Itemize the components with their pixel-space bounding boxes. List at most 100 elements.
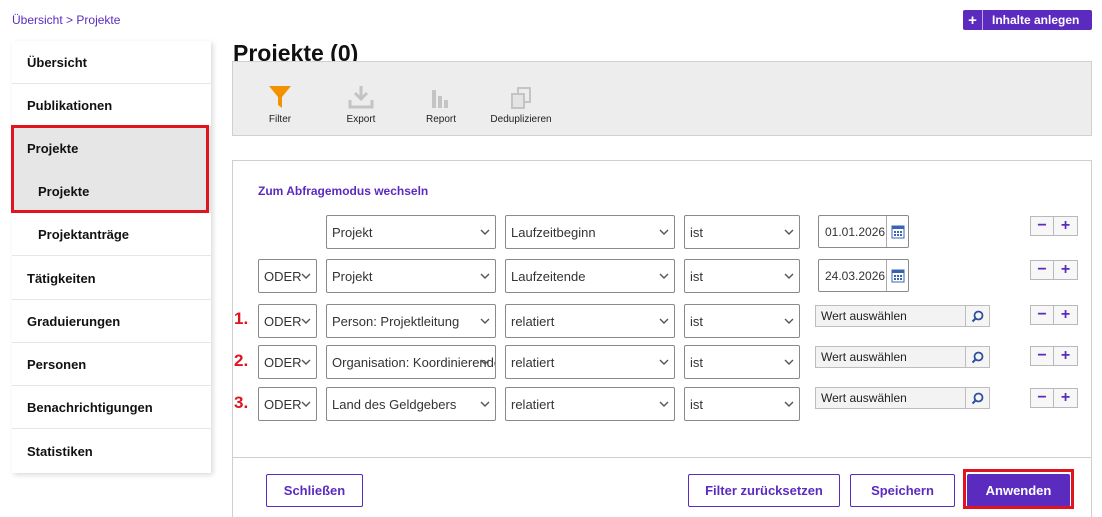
sidebar-item-label: Projektanträge bbox=[38, 226, 130, 242]
row-controls: − + bbox=[1030, 388, 1078, 408]
toolbar: Filter Export Report Deduplizieren bbox=[232, 61, 1092, 136]
query-mode-link[interactable]: Zum Abfragemodus wechseln bbox=[258, 184, 428, 198]
row-controls: − + bbox=[1030, 260, 1078, 280]
save-button[interactable]: Speichern bbox=[850, 474, 955, 507]
breadcrumb-root[interactable]: Übersicht bbox=[12, 13, 63, 27]
attribute-select[interactable]: relatiert bbox=[505, 345, 675, 379]
attribute-value: Laufzeitende bbox=[511, 268, 586, 284]
row-controls: − + bbox=[1030, 216, 1078, 236]
chevron-down-icon bbox=[659, 401, 669, 407]
search-icon[interactable] bbox=[965, 306, 989, 326]
date-input[interactable]: 01.01.2026 bbox=[818, 215, 909, 248]
close-button[interactable]: Schließen bbox=[266, 474, 363, 507]
value-picker[interactable]: Wert auswählen bbox=[815, 305, 990, 327]
field-select[interactable]: Organisation: Koordinierende bbox=[326, 345, 496, 379]
add-row-button[interactable]: + bbox=[1054, 305, 1078, 325]
attribute-value: relatiert bbox=[511, 313, 555, 329]
attribute-value: relatiert bbox=[511, 396, 555, 412]
remove-row-button[interactable]: − bbox=[1030, 216, 1054, 236]
breadcrumb-separator: > bbox=[66, 13, 74, 27]
add-row-button[interactable]: + bbox=[1054, 260, 1078, 280]
remove-row-button[interactable]: − bbox=[1030, 305, 1054, 325]
attribute-select[interactable]: Laufzeitende bbox=[505, 259, 675, 293]
filter-icon bbox=[240, 80, 320, 110]
sidebar-item-benachrichtigungen[interactable]: Benachrichtigungen bbox=[12, 386, 211, 429]
chevron-down-icon bbox=[480, 229, 490, 235]
sidebar-item-label: Projekte bbox=[38, 183, 90, 199]
field-value: Person: Projektleitung bbox=[332, 313, 460, 329]
attribute-select[interactable]: relatiert bbox=[505, 387, 675, 421]
field-value: Projekt bbox=[332, 224, 373, 240]
breadcrumb: Übersicht > Projekte bbox=[12, 13, 120, 27]
calendar-icon[interactable] bbox=[886, 260, 908, 291]
operator-select[interactable]: ist bbox=[684, 387, 800, 421]
calendar-icon[interactable] bbox=[886, 216, 908, 247]
conjunction-select[interactable]: ODER bbox=[258, 259, 317, 293]
row-number: 1. bbox=[234, 309, 249, 328]
dedupe-tool[interactable]: Deduplizieren bbox=[481, 80, 561, 125]
search-icon[interactable] bbox=[965, 388, 989, 408]
add-row-button[interactable]: + bbox=[1054, 346, 1078, 366]
sidebar-item-graduierungen[interactable]: Graduierungen bbox=[12, 300, 211, 343]
remove-row-button[interactable]: − bbox=[1030, 260, 1054, 280]
chevron-down-icon bbox=[480, 318, 490, 324]
conjunction-select[interactable]: ODER bbox=[258, 304, 317, 338]
download-icon bbox=[321, 80, 401, 110]
sidebar-item-uebersicht[interactable]: Übersicht bbox=[12, 41, 211, 84]
date-value: 01.01.2026 bbox=[825, 224, 886, 239]
sidebar-subitem-projektantraege[interactable]: Projektanträge bbox=[12, 213, 211, 256]
sidebar: Übersicht Publikationen Projekte Projekt… bbox=[12, 41, 211, 473]
attribute-value: relatiert bbox=[511, 354, 555, 370]
operator-value: ist bbox=[690, 224, 703, 240]
operator-value: ist bbox=[690, 313, 703, 329]
chevron-down-icon bbox=[301, 359, 311, 365]
sidebar-item-taetigkeiten[interactable]: Tätigkeiten bbox=[12, 257, 211, 300]
add-row-button[interactable]: + bbox=[1054, 216, 1078, 236]
operator-select[interactable]: ist bbox=[684, 259, 800, 293]
value-picker[interactable]: Wert auswählen bbox=[815, 346, 990, 368]
sidebar-item-label: Personen bbox=[27, 356, 87, 372]
operator-select[interactable]: ist bbox=[684, 345, 800, 379]
operator-value: ist bbox=[690, 396, 703, 412]
chevron-down-icon bbox=[480, 273, 490, 279]
sidebar-subitem-projekte[interactable]: Projekte bbox=[12, 170, 211, 213]
operator-select[interactable]: ist bbox=[684, 215, 800, 249]
date-input[interactable]: 24.03.2026 bbox=[818, 259, 909, 292]
filter-tool[interactable]: Filter bbox=[240, 80, 320, 125]
sidebar-item-label: Statistiken bbox=[27, 444, 93, 459]
remove-row-button[interactable]: − bbox=[1030, 346, 1054, 366]
apply-button[interactable]: Anwenden bbox=[967, 474, 1070, 507]
row-controls: − + bbox=[1030, 346, 1078, 366]
chevron-down-icon bbox=[301, 273, 311, 279]
sidebar-item-personen[interactable]: Personen bbox=[12, 343, 211, 386]
sidebar-item-statistiken[interactable]: Statistiken bbox=[12, 430, 211, 473]
chevron-down-icon bbox=[480, 359, 490, 365]
reset-filter-button[interactable]: Filter zurücksetzen bbox=[688, 474, 840, 507]
footer-divider bbox=[232, 457, 1092, 458]
operator-value: ist bbox=[690, 354, 703, 370]
export-tool[interactable]: Export bbox=[321, 80, 401, 125]
breadcrumb-current[interactable]: Projekte bbox=[76, 13, 120, 27]
sidebar-item-label: Tätigkeiten bbox=[27, 270, 96, 286]
sidebar-item-publikationen[interactable]: Publikationen bbox=[12, 84, 211, 127]
field-select[interactable]: Projekt bbox=[326, 215, 496, 249]
report-tool[interactable]: Report bbox=[401, 80, 481, 125]
create-content-button[interactable]: + Inhalte anlegen bbox=[963, 10, 1092, 30]
export-label: Export bbox=[346, 114, 376, 125]
value-picker[interactable]: Wert auswählen bbox=[815, 387, 990, 409]
operator-select[interactable]: ist bbox=[684, 304, 800, 338]
search-icon[interactable] bbox=[965, 347, 989, 367]
chevron-down-icon bbox=[659, 359, 669, 365]
sidebar-item-projekte[interactable]: Projekte bbox=[12, 127, 211, 170]
chevron-down-icon bbox=[659, 318, 669, 324]
chevron-down-icon bbox=[301, 401, 311, 407]
attribute-select[interactable]: relatiert bbox=[505, 304, 675, 338]
remove-row-button[interactable]: − bbox=[1030, 388, 1054, 408]
field-select[interactable]: Person: Projektleitung bbox=[326, 304, 496, 338]
field-select[interactable]: Projekt bbox=[326, 259, 496, 293]
attribute-select[interactable]: Laufzeitbeginn bbox=[505, 215, 675, 249]
conjunction-select[interactable]: ODER bbox=[258, 387, 317, 421]
add-row-button[interactable]: + bbox=[1054, 388, 1078, 408]
conjunction-select[interactable]: ODER bbox=[258, 345, 317, 379]
field-select[interactable]: Land des Geldgebers bbox=[326, 387, 496, 421]
